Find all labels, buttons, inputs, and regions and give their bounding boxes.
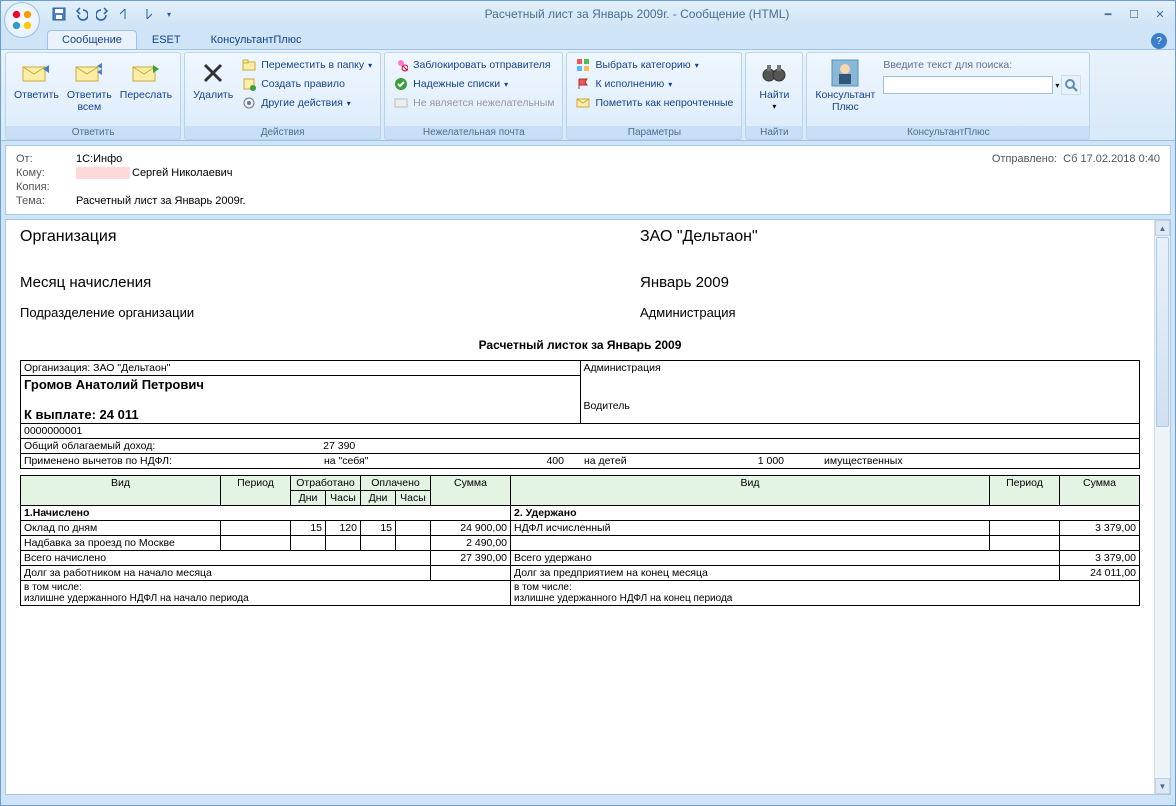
envelope-icon [575,95,591,111]
minimize-button[interactable]: ━ [1097,6,1119,22]
redacted-name [76,167,130,179]
categorize-button[interactable]: Выбрать категорию▾ [573,56,735,74]
vertical-scrollbar[interactable]: ▲ ▼ [1154,220,1170,794]
tab-message[interactable]: Сообщение [47,30,137,49]
ribbon-group-reply: Ответить Ответить всем Переслать Ответит… [5,52,181,140]
sent-label: Отправлено: [992,153,1057,165]
forward-button[interactable]: Переслать [116,55,176,104]
delete-button[interactable]: Удалить [189,55,237,104]
save-icon[interactable] [51,6,67,22]
subject-value: Расчетный лист за Январь 2009г. [76,195,246,207]
help-icon[interactable]: ? [1151,33,1167,49]
rule-icon [241,76,257,92]
to-value: Сергей Николаевич [76,167,233,179]
block-sender-button[interactable]: Заблокировать отправителя [391,56,556,74]
gear-icon [241,95,257,111]
chevron-down-icon: ▾ [668,80,672,89]
ribbon-group-find: Найти▾ Найти [745,52,803,140]
not-junk-button[interactable]: Не является нежелательным [391,94,556,112]
qat-dropdown-icon[interactable]: ▾ [161,6,177,22]
scroll-down-button[interactable]: ▼ [1155,778,1170,794]
message-body-container: ОрганизацияЗАО "Дельтаон" Месяц начислен… [5,219,1171,795]
other-actions-button[interactable]: Другие действия▾ [239,94,374,112]
followup-button[interactable]: К исполнению▾ [573,75,735,93]
titlebar: ▾ Расчетный лист за Январь 2009г. - Сооб… [1,1,1175,27]
flag-icon [575,76,591,92]
chevron-down-icon: ▾ [504,80,508,89]
ribbon-group-params: Выбрать категорию▾ К исполнению▾ Пометит… [566,52,742,140]
magnifier-icon [1064,78,1078,92]
org-value: ЗАО "Дельтаон" [640,228,758,246]
kplus-button[interactable]: Консультант Плюс [811,55,879,115]
org-label: Организация [20,228,640,246]
message-header: От:1С:Инфо Отправлено: Сб 17.02.2018 0:40… [5,145,1171,215]
check-icon [393,76,409,92]
reply-all-icon [73,57,105,89]
to-label: Кому: [16,167,76,179]
move-to-folder-button[interactable]: Переместить в папку▾ [239,56,374,74]
office-logo-icon [11,9,33,31]
ribbon-group-junk: Заблокировать отправителя Надежные списк… [384,52,563,140]
cc-label: Копия: [16,181,76,193]
payslip-header-table: Организация: ЗАО "Дельтаон"Администрация… [20,360,1140,469]
reply-icon [20,57,52,89]
dept-label: Подразделение организации [20,305,640,320]
payslip-title: Расчетный листок за Январь 2009 [20,338,1140,352]
chevron-down-icon[interactable]: ▾ [1055,81,1059,90]
reply-button[interactable]: Ответить [10,55,63,104]
tab-eset[interactable]: ESET [137,30,196,49]
ribbon-tabs: Сообщение ESET КонсультантПлюс ? [1,27,1175,49]
safe-lists-button[interactable]: Надежные списки▾ [391,75,556,93]
reply-all-button[interactable]: Ответить всем [63,55,116,115]
ribbon-group-actions: Удалить Переместить в папку▾ Создать пра… [184,52,381,140]
next-icon[interactable] [139,6,155,22]
folder-icon [241,57,257,73]
delete-icon [197,57,229,89]
subject-label: Тема: [16,195,76,207]
chevron-down-icon: ▾ [368,61,372,70]
binoculars-icon [758,57,790,89]
chevron-down-icon: ▾ [695,61,699,70]
office-button[interactable] [4,2,40,38]
ribbon: Ответить Ответить всем Переслать Ответит… [1,49,1175,141]
from-value: 1С:Инфо [76,153,122,165]
scroll-up-button[interactable]: ▲ [1155,220,1170,236]
kplus-icon [829,57,861,89]
forward-icon [130,57,162,89]
close-button[interactable]: ✕ [1149,6,1171,22]
chevron-down-icon: ▾ [772,102,776,111]
payslip-detail-table: Вид Период Отработано Оплачено Сумма Вид… [20,475,1140,606]
redo-icon[interactable] [95,6,111,22]
month-value: Январь 2009 [640,274,729,291]
search-go-button[interactable] [1061,75,1081,95]
find-button[interactable]: Найти▾ [750,55,798,113]
block-icon [393,57,409,73]
sent-value: Сб 17.02.2018 0:40 [1063,153,1160,165]
categorize-icon [575,57,591,73]
search-input[interactable] [883,76,1053,94]
month-label: Месяц начисления [20,274,640,291]
chevron-down-icon: ▾ [347,99,351,108]
create-rule-button[interactable]: Создать правило [239,75,374,93]
maximize-button[interactable]: ☐ [1123,6,1145,22]
tab-kplus[interactable]: КонсультантПлюс [196,30,317,49]
undo-icon[interactable] [73,6,89,22]
dept-value: Администрация [640,305,736,320]
ribbon-group-kplus: Консультант Плюс Введите текст для поиск… [806,52,1090,140]
window-title: Расчетный лист за Январь 2009г. - Сообще… [177,7,1097,21]
mail-icon [393,95,409,111]
from-label: От: [16,153,76,165]
mark-unread-button[interactable]: Пометить как непрочтенные [573,94,735,112]
prev-icon[interactable] [117,6,133,22]
message-body[interactable]: ОрганизацияЗАО "Дельтаон" Месяц начислен… [6,220,1154,794]
search-label: Введите текст для поиска: [883,59,1081,71]
scroll-thumb[interactable] [1156,237,1169,427]
